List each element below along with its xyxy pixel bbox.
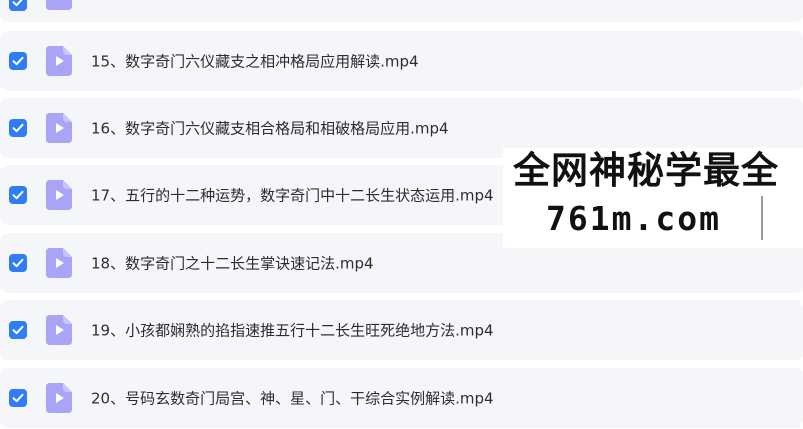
file-name[interactable]: 15、数字奇门六仪藏支之相冲格局应用解读.mp4 [91,51,419,72]
file-name[interactable]: 16、数字奇门六仪藏支相合格局和相破格局应用.mp4 [91,118,449,139]
check-icon [12,258,24,268]
checkbox[interactable] [9,52,27,70]
watermark-title: 全网神秘学最全 [513,149,779,192]
checkbox[interactable] [9,254,27,272]
list-item[interactable]: 20、号码玄数奇门局宫、神、星、门、干综合实例解读.mp4 [0,368,803,428]
file-name[interactable]: 17、五行的十二种运势，数字奇门中十二长生状态运用.mp4 [91,185,494,206]
checkbox[interactable] [9,0,27,11]
check-icon [12,190,24,200]
video-file-icon [46,315,72,345]
check-icon [12,123,24,133]
watermark-url: 761m.com [546,199,721,238]
checkbox[interactable] [9,389,27,407]
check-icon [12,325,24,335]
check-icon [12,393,24,403]
watermark: 全网神秘学最全 761m.com [503,148,803,248]
video-file-icon [46,383,72,413]
video-file-icon [46,248,72,278]
checkbox[interactable] [9,119,27,137]
check-icon [12,56,24,66]
file-name[interactable]: 20、号码玄数奇门局宫、神、星、门、干综合实例解读.mp4 [91,388,494,409]
checkbox[interactable] [9,321,27,339]
list-item[interactable]: 19、小孩都娴熟的掐指速推五行十二长生旺死绝地方法.mp4 [0,300,803,360]
video-file-icon [46,46,72,76]
video-file-icon [46,113,72,143]
watermark-divider [761,196,763,240]
file-name[interactable]: 19、小孩都娴熟的掐指速推五行十二长生旺死绝地方法.mp4 [91,320,494,341]
checkbox[interactable] [9,186,27,204]
file-list: 15、数字奇门六仪藏支之相冲格局应用解读.mp4 16、数字奇门六仪藏支相合格局… [0,0,803,429]
video-file-icon [46,0,72,10]
list-item-partial[interactable] [0,0,803,22]
list-item[interactable]: 15、数字奇门六仪藏支之相冲格局应用解读.mp4 [0,31,803,91]
check-icon [12,0,23,7]
video-file-icon [46,180,72,210]
file-name[interactable]: 18、数字奇门之十二长生掌诀速记法.mp4 [91,253,374,274]
